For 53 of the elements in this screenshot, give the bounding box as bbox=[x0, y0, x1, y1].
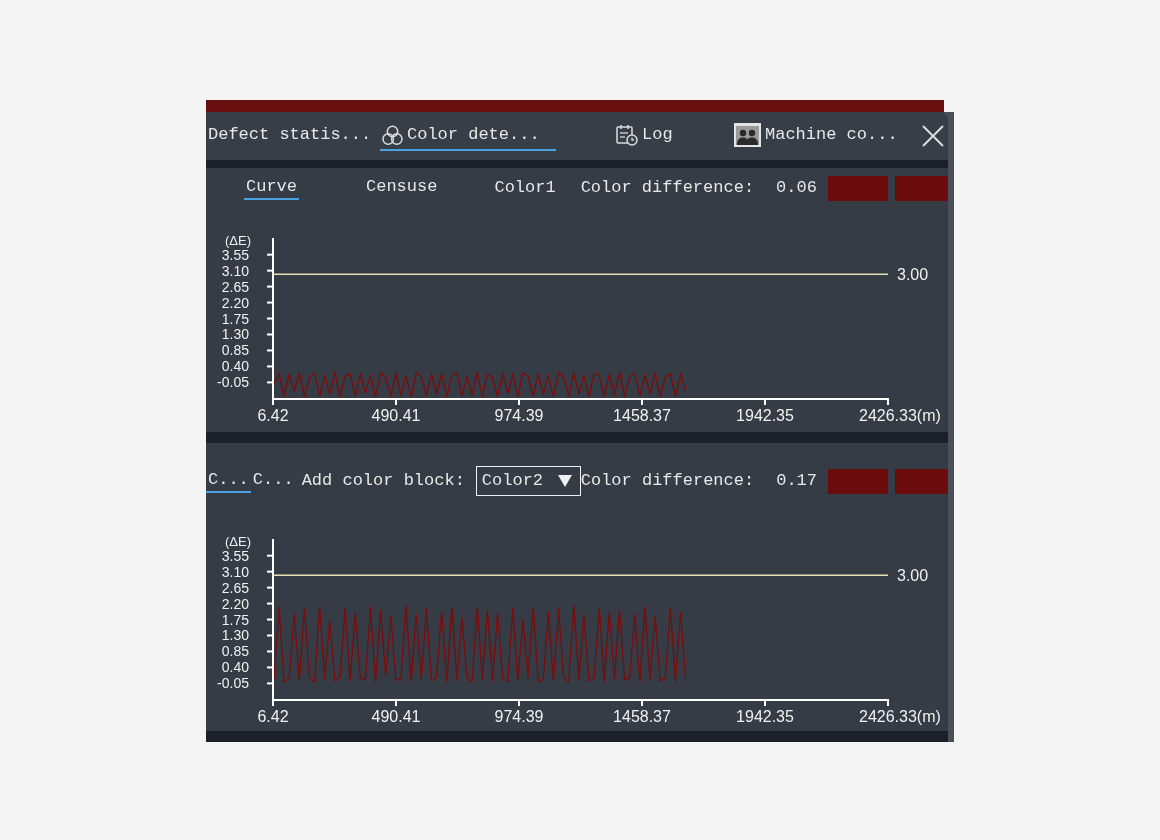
sub-tab[interactable]: C... bbox=[250, 469, 296, 493]
sub-tab[interactable]: Censuse bbox=[364, 176, 440, 200]
threshold-label: 3.00 bbox=[897, 566, 929, 584]
tab[interactable]: Log bbox=[614, 121, 678, 151]
x-tick-label: 6.42 bbox=[257, 407, 289, 424]
x-tick-label: 1942.35 bbox=[736, 407, 794, 424]
x-tick-label: 490.41 bbox=[371, 708, 421, 725]
y-tick-label: 0.85 bbox=[221, 342, 249, 359]
x-tick-label: 2426.33(m) bbox=[859, 708, 941, 725]
y-tick-label: 3.10 bbox=[221, 262, 249, 279]
x-tick-label: 1458.37 bbox=[613, 708, 671, 725]
calendar-clock-icon bbox=[616, 124, 638, 146]
close-icon bbox=[922, 125, 944, 147]
y-tick-label: 2.20 bbox=[221, 294, 249, 311]
caret-icon bbox=[557, 475, 572, 487]
difference-value: 0.17 bbox=[776, 470, 817, 492]
color-name-label: Color1 bbox=[494, 177, 556, 199]
difference-value: 0.06 bbox=[776, 177, 817, 199]
difference-label: Color difference: bbox=[580, 177, 755, 199]
axis-unit-label: (ΔE) bbox=[225, 233, 251, 248]
add-block-label: Add color block: bbox=[301, 470, 465, 492]
y-tick-label: 2.20 bbox=[221, 595, 249, 612]
sub-tab[interactable]: C... bbox=[206, 469, 251, 493]
tab[interactable]: Machine co... bbox=[732, 121, 902, 151]
x-tick-label: 490.41 bbox=[371, 407, 421, 424]
y-tick-label: 2.65 bbox=[221, 579, 249, 596]
y-tick-label: 1.75 bbox=[221, 611, 249, 628]
x-tick-label: 6.42 bbox=[257, 708, 289, 725]
difference-label: Color difference: bbox=[580, 470, 755, 492]
x-tick-label: 1458.37 bbox=[613, 407, 671, 424]
y-tick-label: 1.30 bbox=[221, 326, 249, 343]
y-tick-label: 0.40 bbox=[221, 358, 249, 375]
y-tick-label: 3.10 bbox=[221, 563, 249, 580]
tab[interactable]: Defect statis... bbox=[206, 121, 374, 151]
people-picture-icon bbox=[734, 123, 761, 147]
y-tick-label: 0.85 bbox=[221, 643, 249, 660]
sub-tab[interactable]: Curve bbox=[244, 176, 299, 200]
axis-unit-label: (ΔE) bbox=[225, 534, 251, 549]
x-tick-label: 974.39 bbox=[494, 708, 544, 725]
three-circles-icon bbox=[382, 124, 403, 146]
tab[interactable]: Color dete... bbox=[380, 121, 556, 151]
threshold-label: 3.00 bbox=[897, 265, 929, 283]
x-tick-label: 974.39 bbox=[494, 407, 544, 424]
color-dropdown[interactable]: Color2 bbox=[475, 466, 581, 496]
y-tick-label: -0.05 bbox=[217, 675, 249, 692]
close-button[interactable] bbox=[920, 123, 946, 149]
y-tick-label: 1.30 bbox=[221, 627, 249, 644]
y-tick-label: 1.75 bbox=[221, 310, 249, 327]
y-tick-label: 0.40 bbox=[221, 659, 249, 676]
y-tick-label: -0.05 bbox=[217, 374, 249, 391]
x-tick-label: 2426.33(m) bbox=[859, 407, 941, 424]
x-tick-label: 1942.35 bbox=[736, 708, 794, 725]
y-tick-label: 2.65 bbox=[221, 278, 249, 295]
